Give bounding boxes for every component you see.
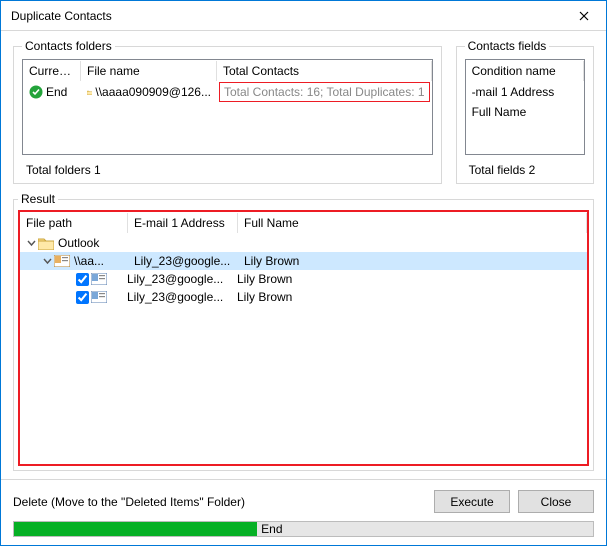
fields-row[interactable]: Full Name <box>466 102 584 122</box>
contacts-folders-group: Contacts folders Curren... File name Tot… <box>13 39 442 184</box>
fields-list: Condition name -mail 1 Address Full Name <box>465 59 585 155</box>
cell-name: Lily Brown <box>237 272 292 286</box>
result-tree: File path E-mail 1 Address Full Name Out… <box>18 210 589 466</box>
tree-row-item[interactable]: Lily_23@google... Lily Brown <box>20 288 587 306</box>
col-email[interactable]: E-mail 1 Address <box>128 213 238 233</box>
folders-row-status: End <box>46 85 67 99</box>
tree-row-folder[interactable]: \\aa... Lily_23@google... Lily Brown <box>20 252 587 270</box>
fields-header-row: Condition name <box>466 60 584 82</box>
contact-card-icon <box>54 255 70 267</box>
chevron-down-icon[interactable] <box>24 239 38 248</box>
close-icon <box>579 11 589 21</box>
contact-card-icon <box>91 273 107 285</box>
col-current[interactable]: Curren... <box>23 61 81 81</box>
titlebar: Duplicate Contacts <box>1 1 606 31</box>
tree-row-root[interactable]: Outlook <box>20 234 587 252</box>
col-filename[interactable]: File name <box>81 61 217 81</box>
total-contacts-summary: Total Contacts: 16; Total Duplicates: 1 <box>219 82 430 102</box>
col-full-name[interactable]: Full Name <box>238 213 587 233</box>
col-condition-name[interactable]: Condition name <box>466 61 584 81</box>
cell-email: Lily_23@google... <box>127 272 237 286</box>
folders-row[interactable]: End \\aaaa090909@126... Total Contacts: … <box>23 82 432 102</box>
fields-row[interactable]: -mail 1 Address <box>466 82 584 102</box>
result-group: Result File path E-mail 1 Address Full N… <box>13 192 594 471</box>
tree-row-item[interactable]: Lily_23@google... Lily Brown <box>20 270 587 288</box>
chevron-down-icon[interactable] <box>40 257 54 266</box>
contacts-fields-legend: Contacts fields <box>465 39 550 53</box>
folder-icon <box>38 237 54 250</box>
result-header-row: File path E-mail 1 Address Full Name <box>20 212 587 234</box>
close-window-button[interactable] <box>561 1 606 31</box>
row-checkbox[interactable] <box>76 273 89 286</box>
tree-folder-label: \\aa... <box>74 254 134 268</box>
cell-email: Lily_23@google... <box>127 290 237 304</box>
check-circle-icon <box>29 85 43 99</box>
folders-list: Curren... File name Total Contacts End \… <box>22 59 433 155</box>
bottom-panel: Delete (Move to the "Deleted Items" Fold… <box>1 479 606 545</box>
window-title: Duplicate Contacts <box>11 9 561 23</box>
result-legend: Result <box>18 192 58 206</box>
cell-name: Lily Brown <box>244 254 299 268</box>
folders-header-row: Curren... File name Total Contacts <box>23 60 432 82</box>
execute-button[interactable]: Execute <box>434 490 510 513</box>
progress-text: End <box>261 522 282 536</box>
cell-name: Lily Brown <box>237 290 292 304</box>
col-file-path[interactable]: File path <box>20 213 128 233</box>
folder-icon <box>87 86 92 99</box>
col-total-contacts[interactable]: Total Contacts <box>217 61 432 81</box>
tree-root-label: Outlook <box>58 236 99 250</box>
close-button[interactable]: Close <box>518 490 594 513</box>
contacts-folders-legend: Contacts folders <box>22 39 115 53</box>
progress-bar: End <box>13 521 594 537</box>
delete-description: Delete (Move to the "Deleted Items" Fold… <box>13 495 426 509</box>
cell-email: Lily_23@google... <box>134 254 244 268</box>
row-checkbox[interactable] <box>76 291 89 304</box>
contact-card-icon <box>91 291 107 303</box>
folders-row-filename: \\aaaa090909@126... <box>95 85 211 99</box>
total-fields: Total fields 2 <box>465 155 585 177</box>
total-folders: Total folders 1 <box>22 155 433 177</box>
progress-fill <box>14 522 257 536</box>
contacts-fields-group: Contacts fields Condition name -mail 1 A… <box>456 39 594 184</box>
